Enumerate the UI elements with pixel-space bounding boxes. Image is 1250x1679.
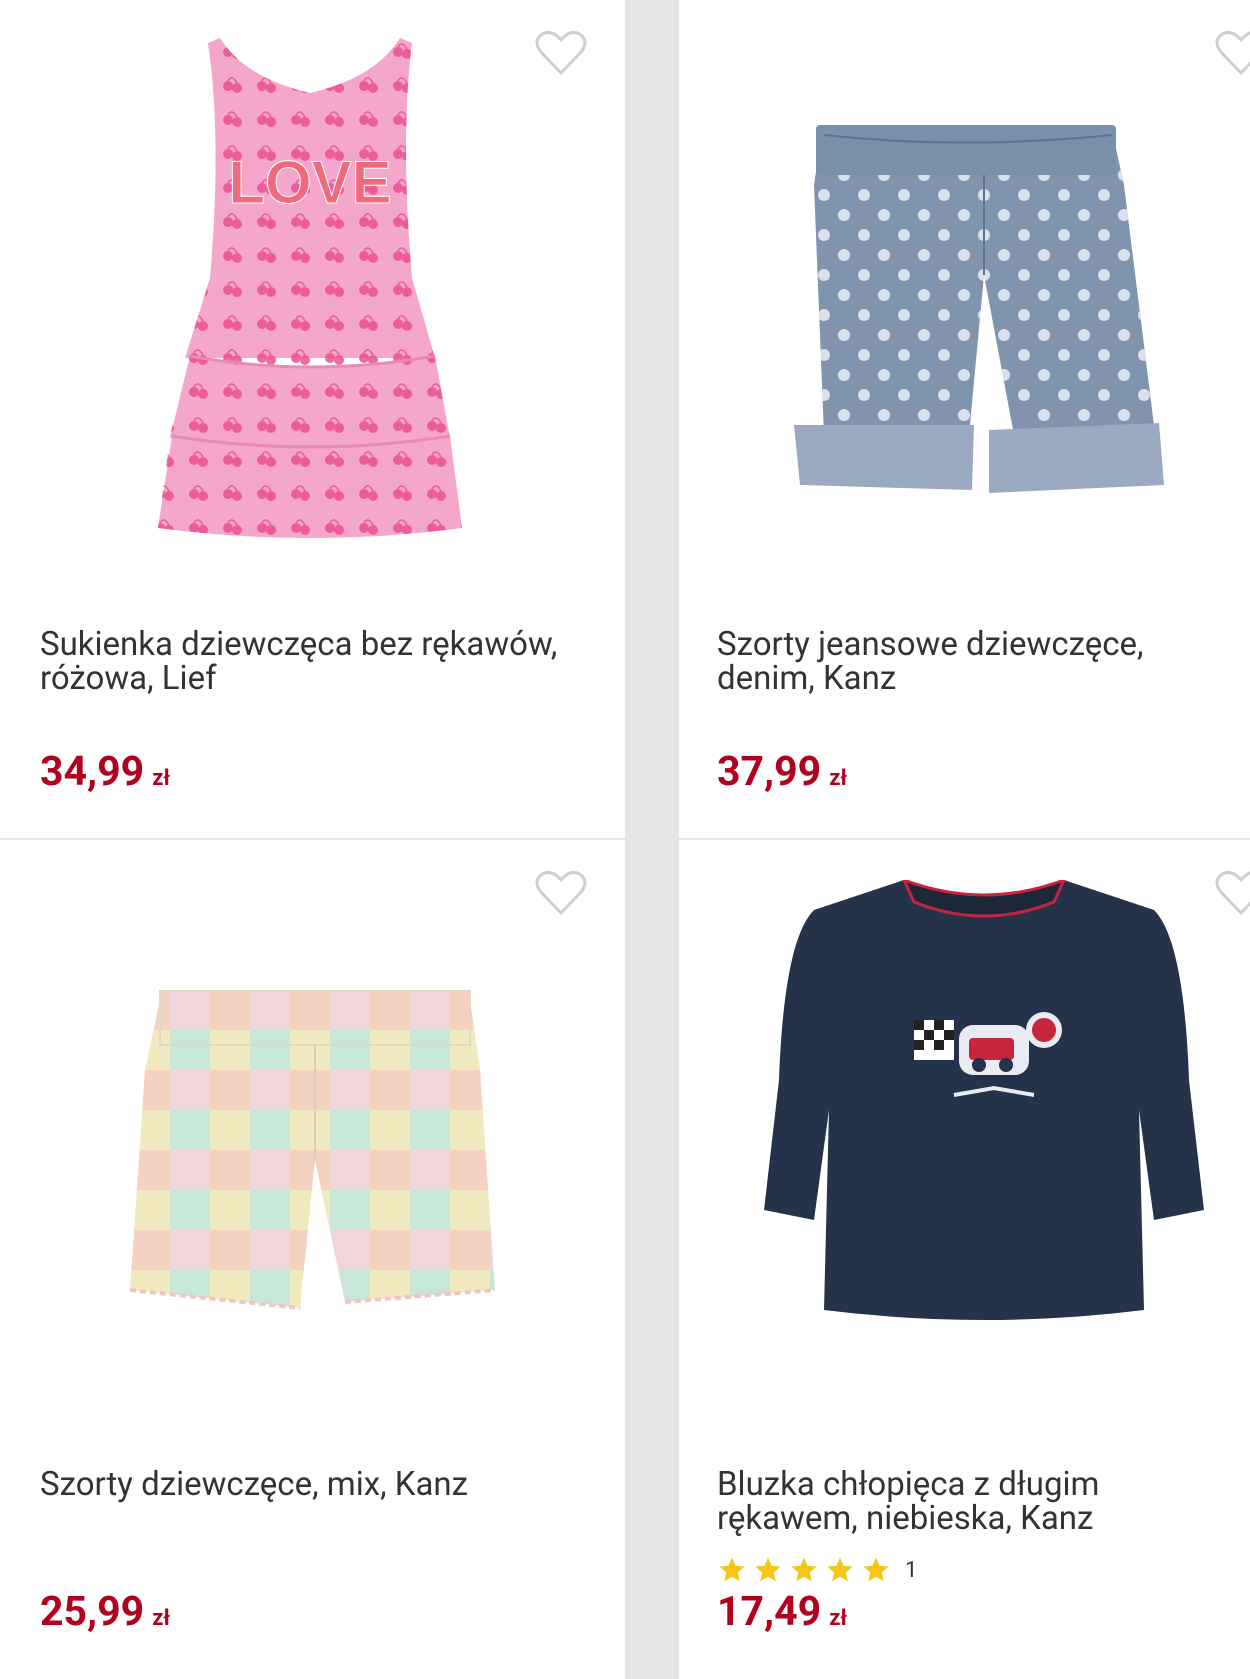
product-grid: LOVE Sukienka dziewczęca bez rękawów, ró… <box>0 0 1250 1679</box>
product-image-pastel-shorts[interactable] <box>0 840 625 1440</box>
product-image-navy-sweatshirt[interactable] <box>679 840 1250 1440</box>
price-amount: 37,99 <box>717 748 822 796</box>
product-card[interactable]: Bluzka chłopięca z długim rękawem, niebi… <box>679 840 1250 1679</box>
product-title[interactable]: Szorty dziewczęce, mix, Kanz <box>40 1468 600 1502</box>
rating-count: 1 <box>905 1557 918 1583</box>
price-amount: 17,49 <box>717 1588 822 1636</box>
product-card[interactable]: LOVE Sukienka dziewczęca bez rękawów, ró… <box>0 0 625 838</box>
product-title[interactable]: Sukienka dziewczęca bez rękawów, różowa,… <box>40 628 600 696</box>
star-icon <box>719 1557 745 1582</box>
price-currency: zł <box>829 766 848 791</box>
price-currency: zł <box>152 1606 171 1631</box>
product-card[interactable]: Szorty dziewczęce, mix, Kanz 25,99 zł <box>0 840 625 1679</box>
product-image-denim-shorts[interactable] <box>679 0 1250 600</box>
price-currency: zł <box>152 766 171 791</box>
favorite-heart-icon[interactable] <box>535 30 587 76</box>
star-icon <box>863 1557 889 1582</box>
product-title[interactable]: Bluzka chłopięca z długim rękawem, niebi… <box>717 1468 1237 1536</box>
product-card[interactable]: Szorty jeansowe dziewczęce, denim, Kanz … <box>679 0 1250 838</box>
product-title[interactable]: Szorty jeansowe dziewczęce, denim, Kanz <box>717 628 1237 696</box>
product-price: 37,99 zł <box>717 748 847 796</box>
price-currency: zł <box>829 1606 848 1631</box>
product-price: 34,99 zł <box>40 748 170 796</box>
product-price: 25,99 zł <box>40 1588 170 1636</box>
star-icon <box>755 1557 781 1582</box>
price-amount: 25,99 <box>40 1588 145 1636</box>
product-image-pink-dress[interactable]: LOVE <box>0 0 625 600</box>
favorite-heart-icon[interactable] <box>1215 30 1250 76</box>
star-icon <box>827 1557 853 1582</box>
favorite-heart-icon[interactable] <box>1215 870 1250 916</box>
product-rating[interactable]: 1 <box>717 1552 917 1588</box>
svg-text:LOVE: LOVE <box>228 149 391 216</box>
price-amount: 34,99 <box>40 748 145 796</box>
favorite-heart-icon[interactable] <box>535 870 587 916</box>
product-price: 17,49 zł <box>717 1588 847 1636</box>
star-icon <box>791 1557 817 1582</box>
